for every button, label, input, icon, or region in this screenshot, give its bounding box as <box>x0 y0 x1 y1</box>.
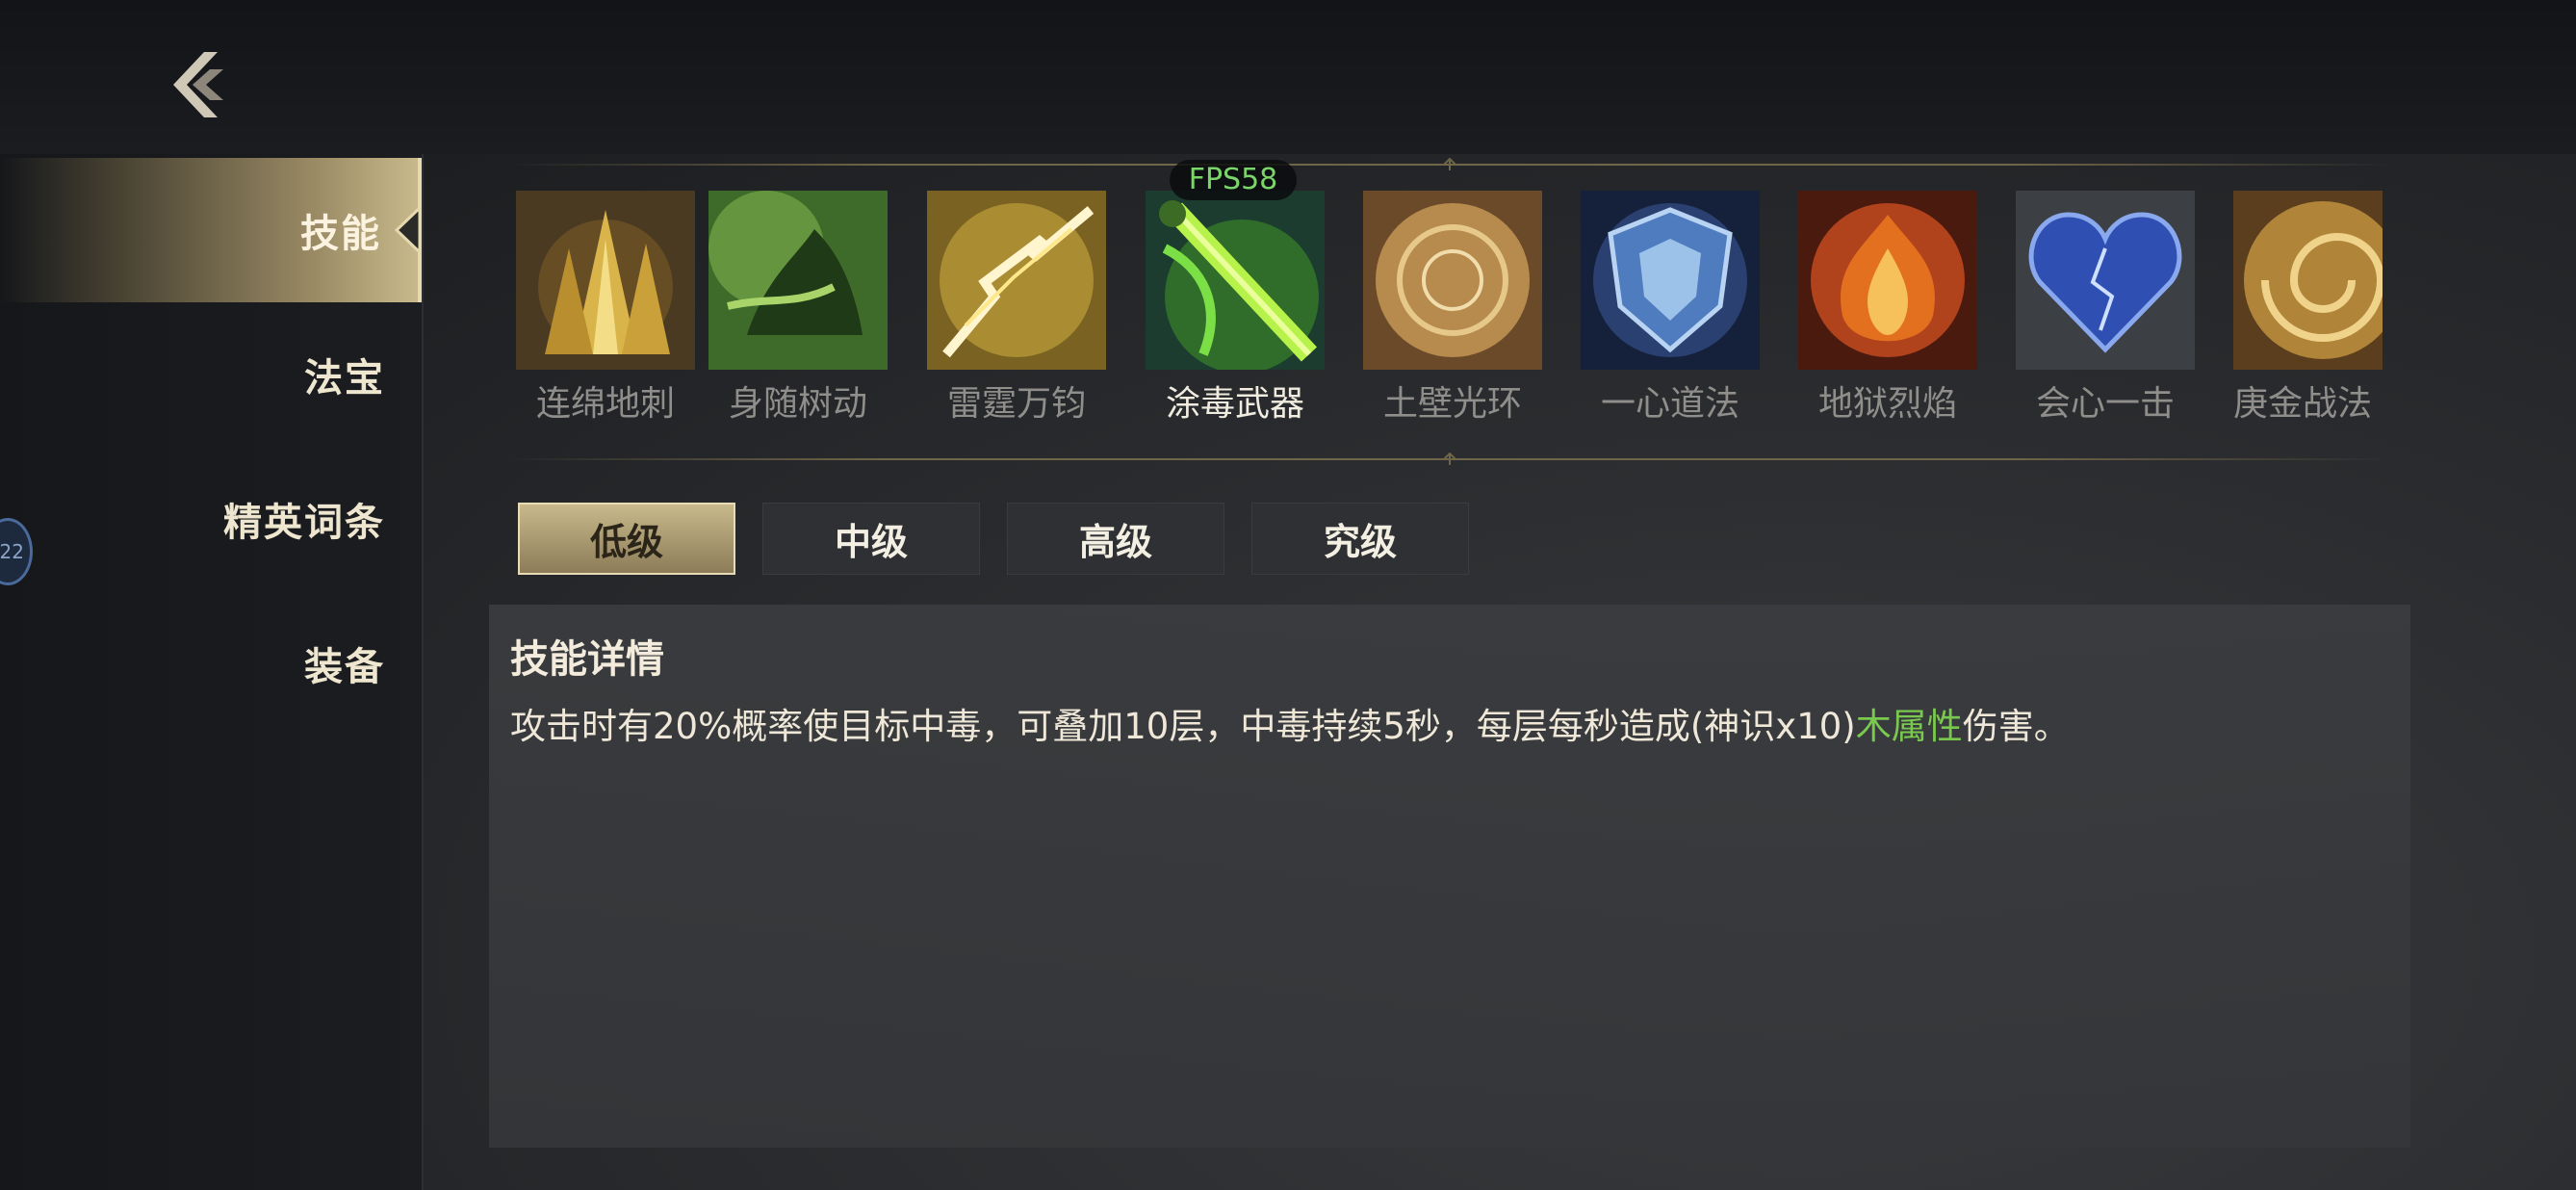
sidebar-item-skills[interactable]: 技能 <box>0 158 422 302</box>
skill-item[interactable]: 雷霆万钧 <box>927 191 1106 426</box>
sidebar-item-label: 技能 <box>300 212 381 256</box>
skill-label: 身随树动 <box>728 384 867 424</box>
metal-swirl-icon <box>2233 191 2383 370</box>
thunder-icon <box>927 191 1106 370</box>
skill-label: 庚金战法 <box>2233 384 2373 424</box>
skill-item[interactable]: 涂毒武器 <box>1146 191 1325 426</box>
chevron-left-icon <box>394 206 422 254</box>
sidebar: 技能 法宝 精英词条 装备 22 <box>0 154 424 1190</box>
skill-strip: 连绵地刺 身随树动 雷霆万钧 涂毒武器 土壁光环 一心道法 地狱烈焰 会心一击 … <box>506 158 2393 465</box>
poison-weapon-icon <box>1146 191 1325 370</box>
skill-detail-panel: 技能详情 攻击时有20%概率使目标中毒，可叠加10层，中毒持续5秒，每层每秒造成… <box>489 605 2410 1148</box>
skill-item[interactable]: 连绵地刺 <box>516 191 695 426</box>
skill-item[interactable]: 地狱烈焰 <box>1798 191 1977 426</box>
detail-description: 攻击时有20%概率使目标中毒，可叠加10层，中毒持续5秒，每层每秒造成(神识x1… <box>510 706 2070 747</box>
skill-item[interactable]: 会心一击 <box>2016 191 2195 426</box>
skill-item[interactable]: 土壁光环 <box>1363 191 1542 426</box>
skill-label: 地狱烈焰 <box>1817 384 1957 424</box>
crit-heart-icon <box>2016 191 2195 370</box>
skill-item[interactable]: 一心道法 <box>1581 191 1760 426</box>
earth-aura-icon <box>1363 191 1542 370</box>
skill-item[interactable]: 庚金战法 <box>2233 191 2383 426</box>
skill-label: 一心道法 <box>1600 384 1739 424</box>
sidebar-item-elite-affix[interactable]: 精英词条 <box>0 447 422 591</box>
skill-label: 土壁光环 <box>1382 384 1522 424</box>
skill-label: 会心一击 <box>2035 384 2175 424</box>
tab-tier-ultimate[interactable]: 究级 <box>1251 503 1469 575</box>
ice-shield-icon <box>1581 191 1760 370</box>
sidebar-item-label: 法宝 <box>304 356 385 401</box>
element-highlight: 木属性 <box>1855 706 1963 747</box>
tab-tier-low[interactable]: 低级 <box>518 503 735 575</box>
tree-leap-icon <box>708 191 888 370</box>
skill-item[interactable]: 身随树动 <box>708 191 888 426</box>
ornament-icon <box>1434 453 1465 465</box>
back-arrow-icon <box>173 52 223 117</box>
hellfire-icon <box>1798 191 1977 370</box>
earth-spikes-icon <box>516 191 695 370</box>
sidebar-item-label: 装备 <box>304 645 385 689</box>
ornament-icon <box>1434 158 1465 170</box>
back-button[interactable] <box>164 46 241 123</box>
tab-tier-high[interactable]: 高级 <box>1007 503 1224 575</box>
tab-tier-mid[interactable]: 中级 <box>762 503 980 575</box>
top-bar <box>0 0 2576 154</box>
skill-label: 雷霆万钧 <box>946 384 1086 424</box>
skill-label: 连绵地刺 <box>535 384 675 424</box>
sidebar-item-treasure[interactable]: 法宝 <box>0 302 422 447</box>
sidebar-item-label: 精英词条 <box>223 501 385 545</box>
fps-counter: FPS58 <box>1170 160 1297 200</box>
skill-label: 涂毒武器 <box>1165 384 1304 424</box>
sidebar-item-equipment[interactable]: 装备 <box>0 591 422 736</box>
detail-title: 技能详情 <box>510 637 664 682</box>
